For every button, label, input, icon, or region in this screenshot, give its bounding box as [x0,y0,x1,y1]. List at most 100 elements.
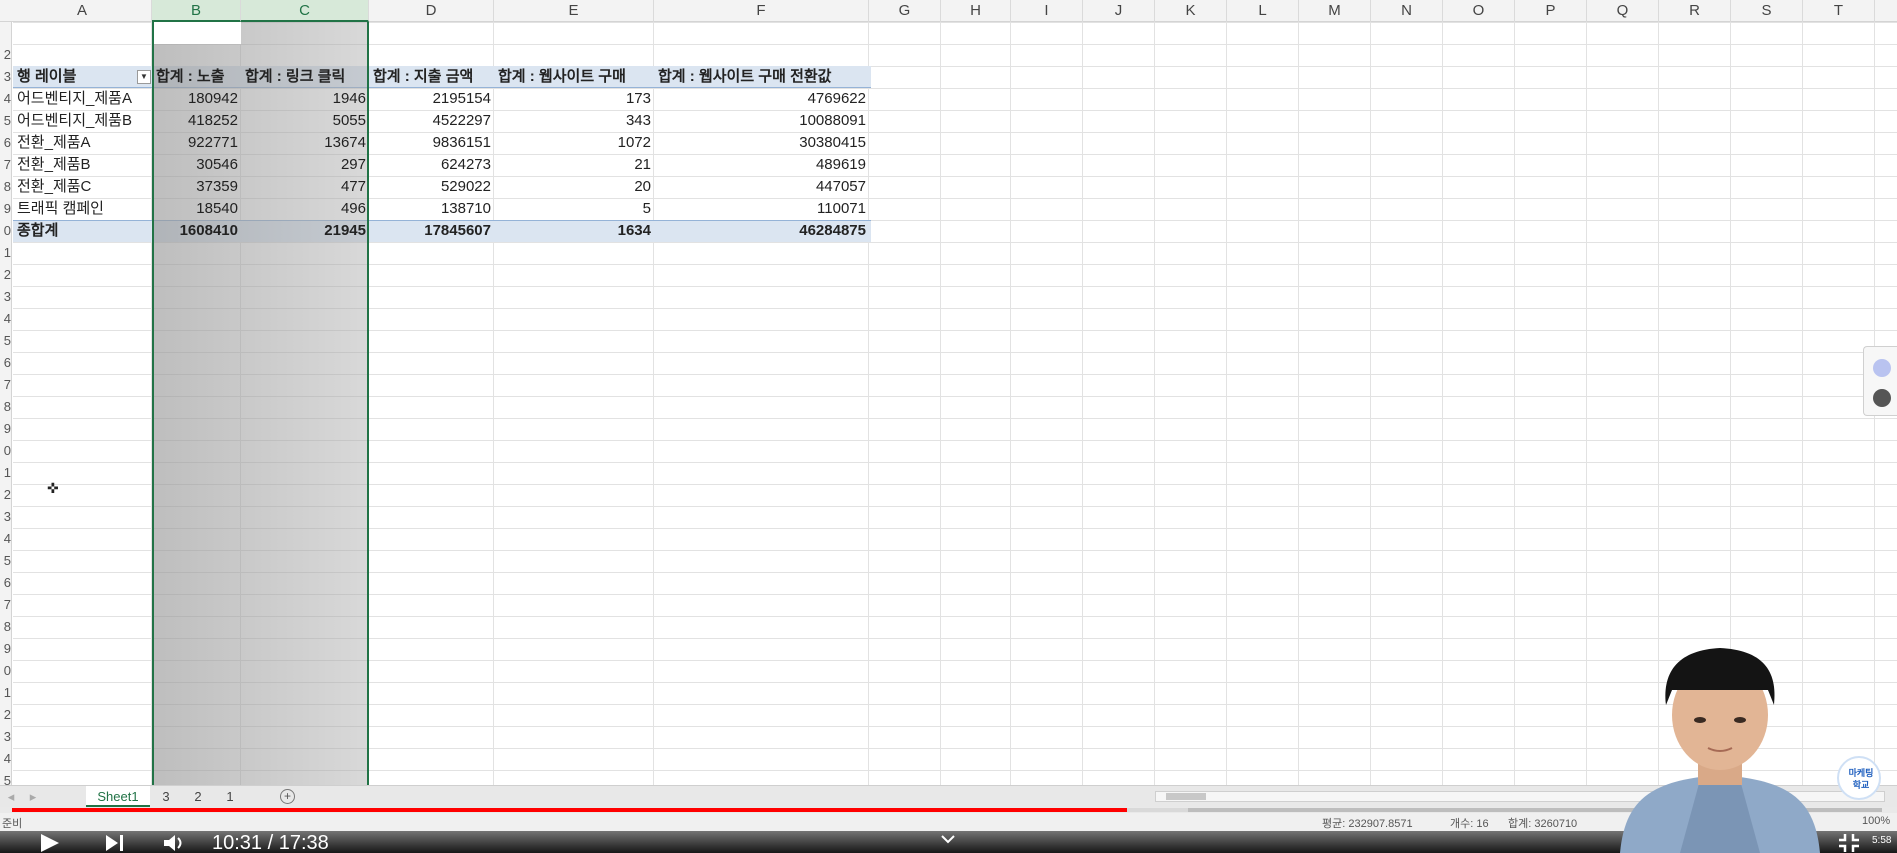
pivot-value-cell[interactable]: 30546 [152,154,241,176]
column-header-g[interactable]: G [869,0,941,22]
pivot-value-cell[interactable]: 5055 [241,110,369,132]
row-header[interactable]: 5 [0,110,11,132]
tab-sheet1[interactable]: Sheet1 [86,786,150,807]
add-sheet-icon[interactable]: + [280,789,295,804]
next-icon[interactable] [104,834,126,852]
row-header[interactable]: 6 [0,572,11,594]
row-header[interactable]: 4 [0,308,11,330]
pivot-row-label[interactable]: 전환_제품C [13,176,152,198]
scroll-tabs-right-icon[interactable]: ▸ [22,786,44,807]
row-header[interactable]: 4 [0,88,11,110]
pivot-value-cell[interactable]: 21 [494,154,654,176]
pivot-row-label[interactable]: 전환_제품B [13,154,152,176]
pivot-value-cell[interactable]: 2195154 [369,88,494,110]
pivot-row-label[interactable]: 어드벤티지_제품B [13,110,152,132]
pivot-value-cell[interactable]: 529022 [369,176,494,198]
row-header[interactable]: 2 [0,704,11,726]
column-header-p[interactable]: P [1515,0,1587,22]
pivot-grand-total-cell[interactable]: 46284875 [654,220,869,242]
tab-sheet-2[interactable]: 2 [186,786,210,807]
pivot-value-cell[interactable]: 180942 [152,88,241,110]
row-header[interactable]: 7 [0,594,11,616]
pivot-value-cell[interactable]: 4769622 [654,88,869,110]
pivot-value-cell[interactable]: 110071 [654,198,869,220]
row-header[interactable]: 5 [0,550,11,572]
row-header[interactable]: 3 [0,726,11,748]
pivot-row-label[interactable]: 어드벤티지_제품A [13,88,152,110]
row-header[interactable]: 7 [0,154,11,176]
pivot-value-cell[interactable]: 30380415 [654,132,869,154]
pivot-value-cell[interactable]: 496 [241,198,369,220]
pivot-value-cell[interactable]: 10088091 [654,110,869,132]
pivot-value-cell[interactable]: 489619 [654,154,869,176]
row-header[interactable]: 0 [0,660,11,682]
row-header[interactable]: 6 [0,352,11,374]
column-header-a[interactable]: A [13,0,152,22]
tab-sheet-1[interactable]: 1 [218,786,242,807]
pivot-value-cell[interactable]: 4522297 [369,110,494,132]
pivot-value-cell[interactable]: 20 [494,176,654,198]
row-header[interactable]: 3 [0,286,11,308]
column-header-r[interactable]: R [1659,0,1731,22]
pivot-value-cell[interactable]: 13674 [241,132,369,154]
row-header[interactable]: 1 [0,462,11,484]
pivot-grand-total-cell[interactable]: 17845607 [369,220,494,242]
row-header[interactable]: 6 [0,132,11,154]
pivot-value-cell[interactable]: 477 [241,176,369,198]
row-header[interactable]: 8 [0,616,11,638]
pivot-grand-total-cell[interactable]: 1608410 [152,220,241,242]
pivot-value-header[interactable]: 합계 : 웹사이트 구매 [494,66,654,88]
pivot-value-cell[interactable]: 922771 [152,132,241,154]
pivot-value-header[interactable]: 합계 : 노출 [152,66,241,88]
pivot-value-cell[interactable]: 5 [494,198,654,220]
pivot-value-cell[interactable]: 343 [494,110,654,132]
record-icon[interactable] [1873,389,1891,407]
column-header-i[interactable]: I [1011,0,1083,22]
pivot-value-header[interactable]: 합계 : 웹사이트 구매 전환값 [654,66,869,88]
pivot-value-cell[interactable]: 418252 [152,110,241,132]
column-header-q[interactable]: Q [1587,0,1659,22]
column-header-j[interactable]: J [1083,0,1155,22]
pivot-value-cell[interactable]: 173 [494,88,654,110]
scrollbar-thumb[interactable] [1166,793,1206,800]
tab-sheet-3[interactable]: 3 [154,786,178,807]
play-icon[interactable] [38,833,62,853]
pivot-row-label[interactable]: 전환_제품A [13,132,152,154]
row-header[interactable]: 9 [0,638,11,660]
row-header[interactable]: 1 [0,242,11,264]
column-header-t[interactable]: T [1803,0,1875,22]
row-header[interactable]: 0 [0,440,11,462]
column-header-k[interactable]: K [1155,0,1227,22]
row-header[interactable]: 0 [0,220,11,242]
column-header-o[interactable]: O [1443,0,1515,22]
column-header-c[interactable]: C [241,0,369,22]
row-header[interactable]: 7 [0,374,11,396]
row-header[interactable]: 9 [0,198,11,220]
pivot-value-cell[interactable]: 37359 [152,176,241,198]
column-header-s[interactable]: S [1731,0,1803,22]
row-header[interactable]: 9 [0,418,11,440]
pivot-row-label[interactable]: 트래픽 캠페인 [13,198,152,220]
column-header-l[interactable]: L [1227,0,1299,22]
row-header[interactable] [0,22,11,44]
column-header-b[interactable]: B [152,0,241,22]
column-header-m[interactable]: M [1299,0,1371,22]
column-header-e[interactable]: E [494,0,654,22]
scroll-tabs-left-icon[interactable]: ◂ [0,786,22,807]
pivot-value-cell[interactable]: 447057 [654,176,869,198]
row-label-filter-dropdown[interactable]: ▼ [137,70,151,84]
pivot-value-header[interactable]: 합계 : 링크 클릭 [241,66,369,88]
row-header[interactable]: 8 [0,396,11,418]
column-header-h[interactable]: H [941,0,1011,22]
row-header[interactable]: 5 [0,330,11,352]
pivot-value-cell[interactable]: 18540 [152,198,241,220]
row-header[interactable]: 3 [0,66,11,88]
active-cell[interactable] [154,22,241,44]
pivot-grand-total-cell[interactable]: 21945 [241,220,369,242]
pivot-value-cell[interactable]: 1946 [241,88,369,110]
column-header-d[interactable]: D [369,0,494,22]
pivot-value-cell[interactable]: 624273 [369,154,494,176]
row-header[interactable]: 1 [0,682,11,704]
row-header[interactable]: 4 [0,528,11,550]
pivot-value-cell[interactable]: 9836151 [369,132,494,154]
